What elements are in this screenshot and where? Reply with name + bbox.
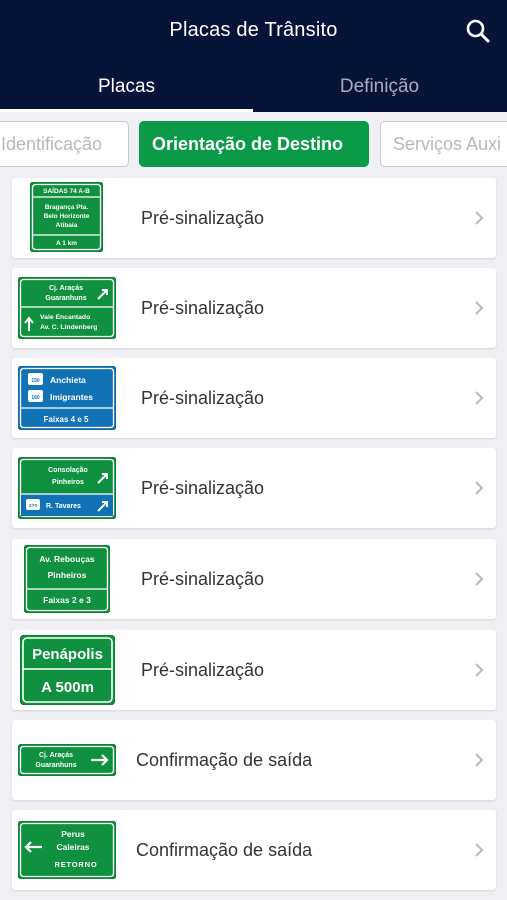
sign-text: R. Tavares (46, 503, 81, 510)
chevron-right-icon (475, 843, 484, 857)
chip-identificacao[interactable]: Identificação (0, 121, 129, 167)
sign-text: Consolação (48, 467, 88, 474)
sign-text: Faixas 2 e 3 (43, 595, 91, 605)
category-chips: Identificação Orientação de Destino Serv… (0, 121, 507, 167)
list-item[interactable]: Cj. Araçás Guaranhuns Vale Encantado Av.… (12, 268, 496, 348)
chevron-right-icon (475, 663, 484, 677)
list-item[interactable]: Av. Rebouças Pinheiros Faixas 2 e 3 Pré-… (12, 539, 496, 619)
sign-text: RETORNO (55, 860, 98, 869)
sign-text: Cj. Araçás (39, 752, 73, 759)
chevron-right-icon (475, 572, 484, 586)
page-title: Placas de Trânsito (169, 19, 338, 41)
sign-text: Av. C. Lindenberg (40, 324, 97, 331)
search-icon (466, 19, 490, 43)
sign-image: Penápolis A 500m (20, 635, 115, 705)
sign-image: Consolação Pinheiros 270 R. Tavares (18, 457, 116, 519)
sign-text: Bragança Pta. (45, 204, 89, 211)
sign-image: Perus Caieiras RETORNO (18, 821, 116, 879)
item-label: Pré-sinalização (141, 208, 265, 228)
sign-text: SAÍDAS 74 A-B (43, 186, 90, 195)
sign-text: Pinheiros (52, 479, 84, 486)
sign-text: Anchieta (50, 375, 86, 385)
sign-text: Guaranhuns (45, 295, 86, 302)
chevron-right-icon (475, 481, 484, 495)
list-item[interactable]: 150 Anchieta 160 Imigrantes Faixas 4 e 5… (12, 358, 496, 438)
sign-text: Vale Encantado (40, 314, 90, 321)
sign-text: Atibaia (56, 222, 78, 229)
list-item[interactable]: Consolação Pinheiros 270 R. Tavares Pré-… (12, 448, 496, 528)
chip-servicos-auxiliares[interactable]: Serviços Auxi (380, 121, 507, 167)
search-button[interactable] (465, 18, 491, 44)
active-tab-indicator (0, 109, 253, 112)
item-label: Confirmação de saída (136, 840, 313, 860)
item-label: Pré-sinalização (141, 660, 265, 680)
list-item[interactable]: Perus Caieiras RETORNO Confirmação de sa… (12, 810, 496, 890)
item-label: Pré-sinalização (141, 569, 265, 589)
sign-image: 150 Anchieta 160 Imigrantes Faixas 4 e 5 (18, 366, 116, 430)
sign-image: SAÍDAS 74 A-B Bragança Pta. Belo Horizon… (30, 182, 103, 252)
sign-text: Faixas 4 e 5 (44, 415, 89, 424)
chip-orientacao-de-destino[interactable]: Orientação de Destino (139, 121, 369, 167)
tab-definicao[interactable]: Definição (253, 76, 506, 98)
sign-text: Pinheiros (48, 570, 87, 580)
sign-text: Av. Rebouças (39, 554, 95, 564)
sign-text: Perus (61, 829, 85, 839)
sign-image: Cj. Araçás Guaranhuns (18, 744, 116, 776)
sign-text: Guaranhuns (35, 762, 76, 769)
sign-text: A 1 km (56, 240, 77, 247)
chevron-right-icon (475, 753, 484, 767)
sign-text: Imigrantes (50, 392, 93, 402)
chevron-right-icon (475, 391, 484, 405)
sign-text: A 500m (41, 679, 94, 696)
item-label: Pré-sinalização (141, 298, 265, 318)
item-label: Confirmação de saída (136, 750, 313, 770)
sign-text: Cj. Araçás (49, 285, 83, 292)
chevron-right-icon (475, 301, 484, 315)
list-item[interactable]: SAÍDAS 74 A-B Bragança Pta. Belo Horizon… (12, 178, 496, 258)
item-label: Pré-sinalização (141, 388, 265, 408)
sign-text: Penápolis (32, 646, 103, 663)
sign-text: Caieiras (56, 842, 89, 852)
list-item[interactable]: Cj. Araçás Guaranhuns Confirmação de saí… (12, 720, 496, 800)
sign-text: 150 (31, 378, 40, 384)
sign-image: Av. Rebouças Pinheiros Faixas 2 e 3 (24, 545, 110, 613)
sign-image: Cj. Araçás Guaranhuns Vale Encantado Av.… (18, 277, 116, 339)
list-item[interactable]: Penápolis A 500m Pré-sinalização (12, 630, 496, 710)
app-header: Placas de Trânsito Placas Definição (0, 0, 507, 112)
sign-text: 160 (31, 395, 40, 401)
chevron-right-icon (475, 211, 484, 225)
sign-text: Belo Horizonte (44, 213, 90, 220)
item-label: Pré-sinalização (141, 478, 265, 498)
tab-placas[interactable]: Placas (0, 76, 253, 98)
sign-text: 270 (29, 503, 37, 509)
